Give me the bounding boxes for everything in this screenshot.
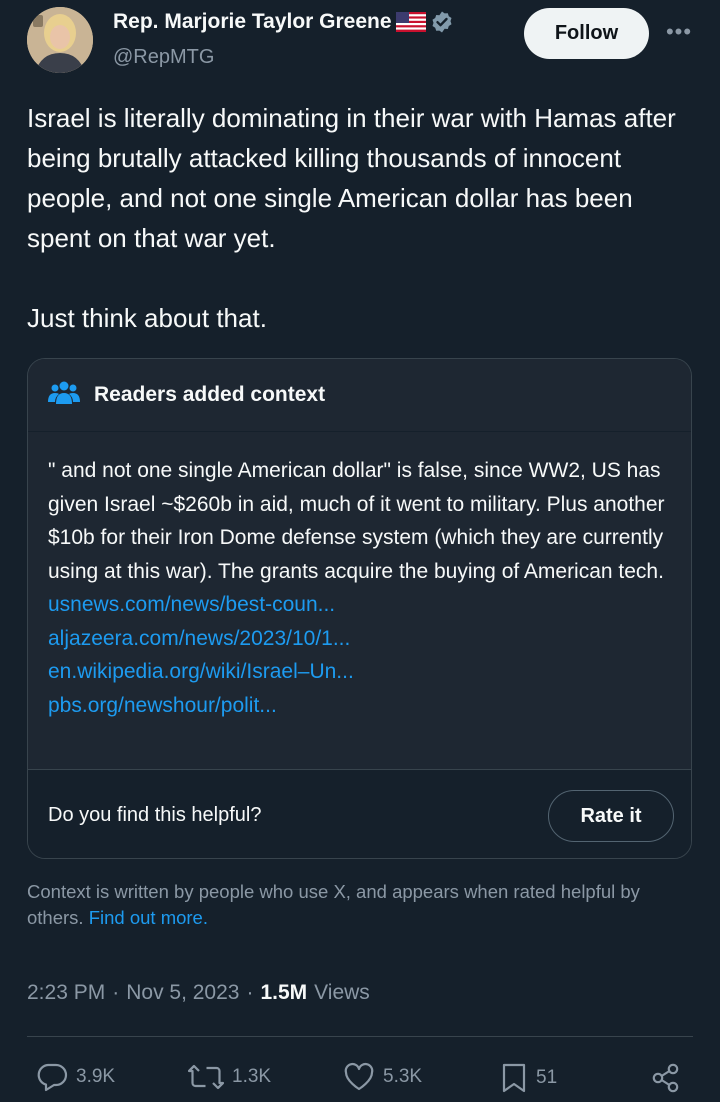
find-out-more-link[interactable]: Find out more. — [89, 907, 208, 928]
repost-button[interactable]: 1.3K — [188, 1062, 271, 1092]
more-options-icon[interactable]: ••• — [662, 21, 696, 46]
tweet-time[interactable]: 2:23 PM — [27, 981, 105, 1005]
reply-button[interactable]: 3.9K — [36, 1062, 115, 1092]
views-label: Views — [314, 981, 370, 1004]
author-name[interactable]: Rep. Marjorie Taylor Greene — [113, 10, 392, 34]
community-note-header: Readers added context — [28, 359, 691, 431]
author-name-row: Rep. Marjorie Taylor Greene — [113, 10, 454, 34]
follow-button[interactable]: Follow — [524, 8, 649, 59]
source-link[interactable]: pbs.org/newshour/polit... — [48, 689, 671, 723]
reply-icon — [36, 1062, 68, 1092]
tweet-meta: 2:23 PM · Nov 5, 2023 · 1.5M Views — [27, 981, 370, 1005]
divider — [27, 1036, 693, 1037]
bookmark-count: 51 — [536, 1067, 558, 1088]
repost-count: 1.3K — [232, 1066, 272, 1087]
rate-it-button[interactable]: Rate it — [548, 790, 674, 842]
source-link[interactable]: en.wikipedia.org/wiki/Israel–Un... — [48, 655, 671, 689]
source-link[interactable]: usnews.com/news/best-coun... — [48, 588, 671, 622]
community-note-text: " and not one single American dollar" is… — [48, 459, 665, 583]
community-note-title: Readers added context — [94, 383, 326, 406]
author-handle[interactable]: @RepMTG — [113, 46, 214, 69]
tweet-text: Israel is literally dominating in their … — [27, 103, 676, 333]
reply-count: 3.9K — [76, 1066, 116, 1087]
community-note-body: " and not one single American dollar" is… — [28, 431, 691, 769]
tweet-date[interactable]: Nov 5, 2023 — [126, 981, 239, 1005]
source-link[interactable]: aljazeera.com/news/2023/10/1... — [48, 622, 671, 656]
share-icon — [650, 1062, 682, 1094]
repost-icon — [188, 1062, 224, 1092]
verified-badge-icon[interactable] — [430, 10, 454, 34]
action-bar: 3.9K 1.3K 5.3K 51 — [0, 1058, 720, 1102]
community-note: Readers added context " and not one sing… — [27, 358, 692, 859]
views-count: 1.5M — [260, 981, 308, 1004]
like-count: 5.3K — [383, 1066, 423, 1087]
us-flag-icon — [395, 12, 426, 32]
bookmark-button[interactable]: 51 — [500, 1062, 557, 1094]
heart-icon — [343, 1062, 375, 1092]
meta-separator: · — [246, 981, 254, 1004]
avatar[interactable] — [27, 7, 93, 73]
bookmark-icon — [500, 1062, 528, 1094]
context-disclaimer: Context is written by people who use X, … — [27, 879, 692, 931]
people-icon — [48, 380, 80, 411]
meta-separator: · — [112, 981, 120, 1004]
share-button[interactable] — [650, 1062, 682, 1094]
like-button[interactable]: 5.3K — [343, 1062, 422, 1092]
helpful-prompt: Do you find this helpful? — [48, 804, 262, 826]
community-note-footer: Do you find this helpful? Rate it — [28, 769, 691, 858]
